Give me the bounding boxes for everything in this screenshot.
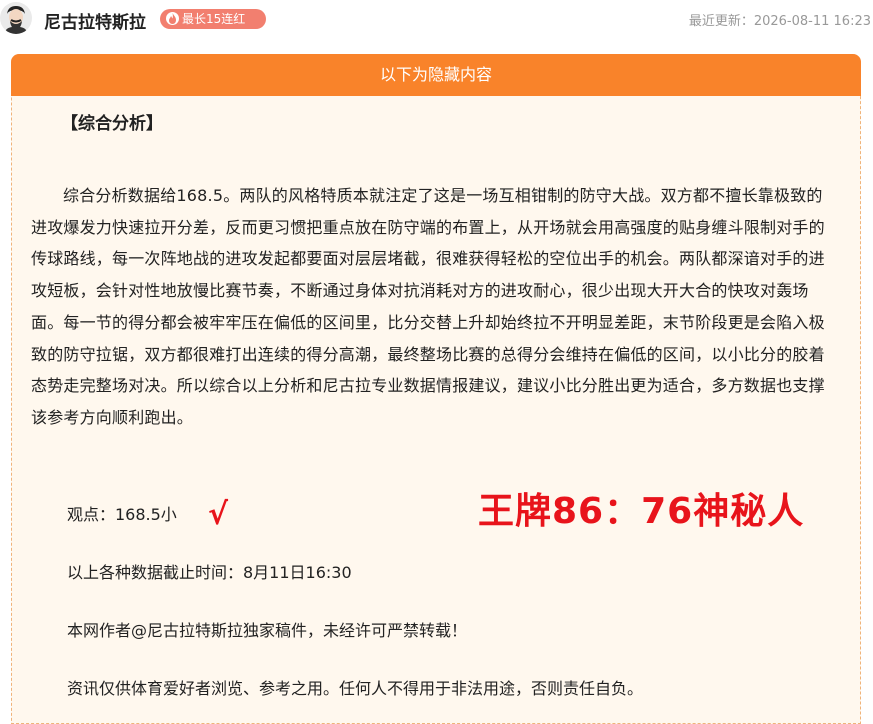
disclaimer: 资讯仅供体育爱好者浏览、参考之用。任何人不得用于非法用途，否则责任自负。 <box>67 679 644 698</box>
copyright-notice: 本网作者@尼古拉特斯拉独家稿件，未经许可严禁转载！ <box>67 621 468 640</box>
author-name[interactable]: 尼古拉特斯拉 <box>44 8 146 33</box>
post-header: 尼古拉特斯拉 最长15连红 最近更新：2026-08-11 16:23 <box>0 0 873 40</box>
section-title: 【综合分析】 <box>61 114 163 134</box>
analysis-paragraph: 综合分析数据给168.5。两队的风格特质本就注定了这是一场互相钳制的防守大战。双… <box>31 186 825 427</box>
promo-text: 王牌86：76神秘人 <box>478 491 805 532</box>
deadline-text: 以上各种数据截止时间：8月11日16:30 <box>67 563 352 582</box>
check-mark: √ <box>208 497 229 532</box>
author-avatar[interactable] <box>0 2 32 34</box>
streak-badge: 最长15连红 <box>160 9 266 29</box>
last-updated: 最近更新：2026-08-11 16:23 <box>688 14 871 29</box>
streak-badge-label: 最长15连红 <box>182 12 246 26</box>
avatar-portrait-icon <box>0 2 32 34</box>
viewpoint: 观点：168.5小 <box>67 505 177 524</box>
panel-title: 以下为隐藏内容 <box>11 54 861 96</box>
flame-icon <box>166 12 179 25</box>
